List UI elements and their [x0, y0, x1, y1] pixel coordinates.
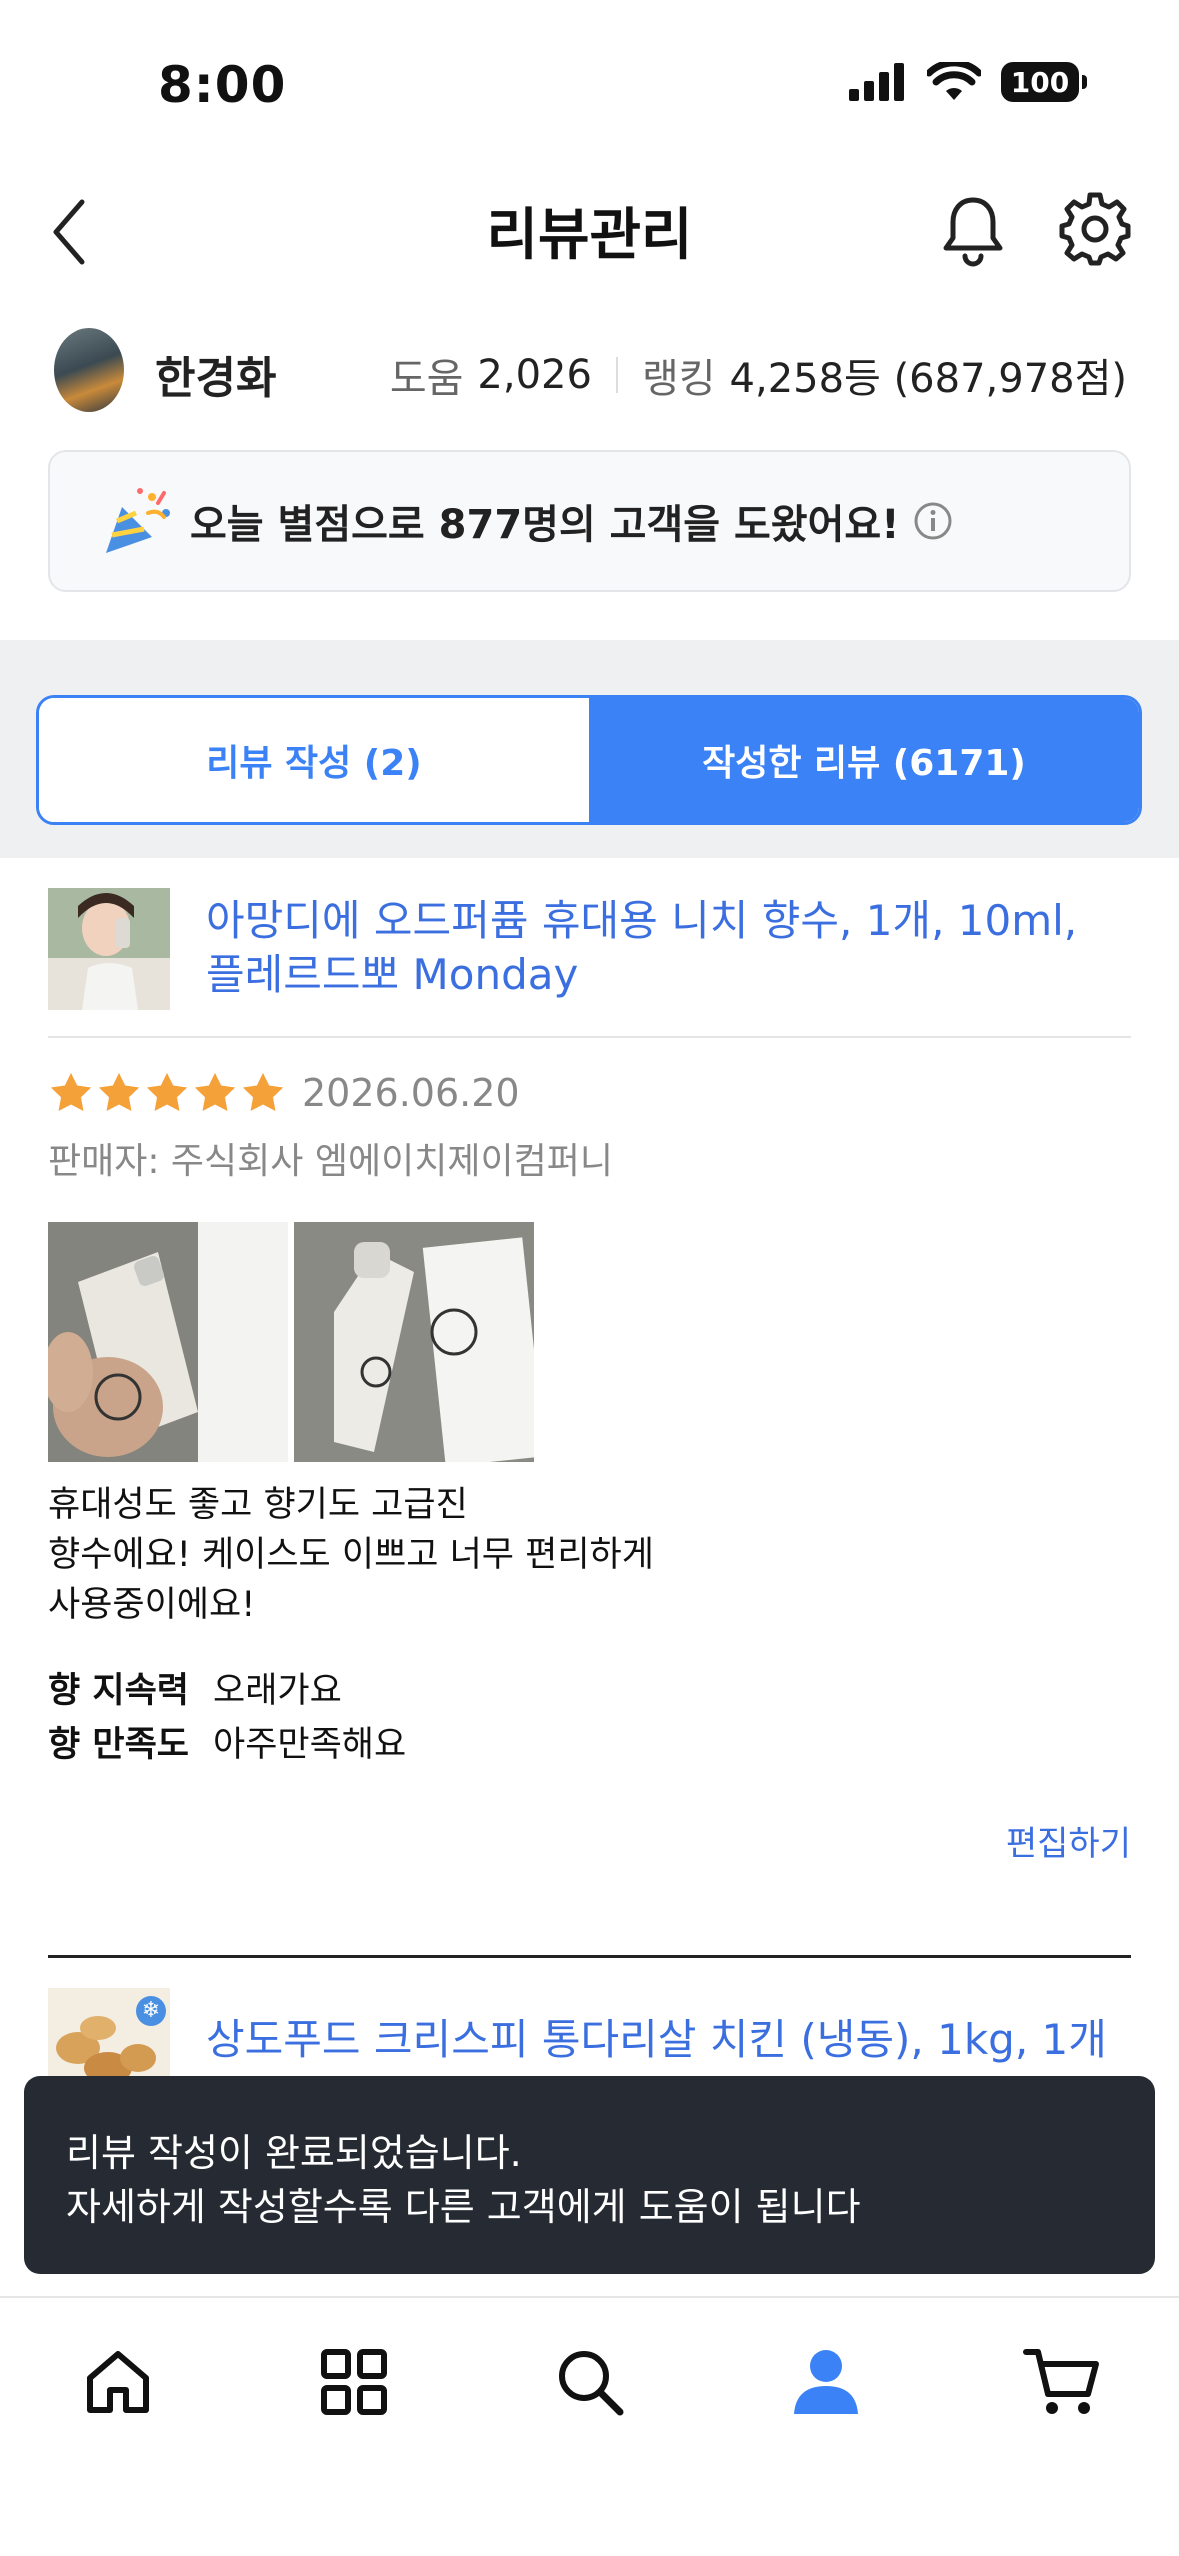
search-icon[interactable]	[550, 2342, 630, 2422]
review-photos	[48, 1222, 534, 1462]
star-icon	[50, 1072, 92, 1112]
attribute-key: 향 만족도	[48, 1725, 189, 1765]
attribute-row: 향 만족도 아주만족해요	[48, 1718, 406, 1772]
banner-text: 오늘 별점으로 877명의 고객을 도왔어요!	[190, 502, 900, 548]
review-photo-image	[48, 1222, 288, 1462]
edit-review-button[interactable]: 편집하기	[1006, 1816, 1131, 1865]
product-thumbnail[interactable]	[48, 888, 170, 1010]
avatar[interactable]	[54, 328, 124, 412]
product-title[interactable]: 아망디에 오드퍼퓸 휴대용 니치 향수, 1개, 10ml, 플레르드뽀 Mon…	[206, 894, 1126, 1002]
help-banner: 오늘 별점으로 877명의 고객을 도왔어요!	[48, 450, 1131, 592]
seller-name: 판매자: 주식회사 엠에이치제이컴퍼니	[48, 1141, 613, 1182]
status-icons: 100	[849, 62, 1087, 102]
star-icon	[242, 1072, 284, 1112]
party-popper-icon	[106, 488, 170, 553]
review-management-screen: 8:00 100 리뷰관리 한경화 도움 2,026 랭킹 4,258등 (68…	[0, 0, 1179, 2556]
profile-icon[interactable]	[786, 2342, 866, 2422]
top-navigation: 리뷰관리	[0, 170, 1179, 290]
review-body-line: 향수에요! 케이스도 이쁘고 너무 편리하게	[48, 1535, 654, 1575]
review-body-line: 사용중이에요!	[48, 1585, 256, 1625]
divider	[48, 1036, 1131, 1038]
tab-written-reviews[interactable]: 작성한 리뷰 (6171)	[589, 698, 1139, 822]
product-thumbnail[interactable]: ❄	[48, 1988, 170, 2088]
review-body-line: 휴대성도 좋고 향기도 고급진	[48, 1485, 468, 1525]
review-date: 2026.06.20	[302, 1071, 520, 1115]
star-icon	[146, 1072, 188, 1112]
attribute-row: 향 지속력 오래가요	[48, 1664, 406, 1718]
status-bar: 8:00 100	[0, 0, 1179, 170]
review-product[interactable]: 아망디에 오드퍼퓸 휴대용 니치 향수, 1개, 10ml, 플레르드뽀 Mon…	[48, 886, 1131, 1036]
signal-icon	[849, 63, 904, 101]
attribute-value: 오래가요	[213, 1671, 342, 1711]
review-tabs: 리뷰 작성 (2) 작성한 리뷰 (6171)	[36, 695, 1142, 825]
rating-row: 2026.06.20	[48, 1070, 520, 1116]
attribute-value: 아주만족해요	[213, 1725, 407, 1765]
gear-icon[interactable]	[1058, 192, 1132, 266]
rank-label: 랭킹	[641, 356, 716, 402]
help-value: 2,026	[477, 352, 592, 398]
toast-line: 자세하게 작성할수록 다른 고객에게 도움이 됩니다	[66, 2185, 861, 2229]
attribute-key: 향 지속력	[48, 1671, 189, 1711]
product-thumbnail-image	[48, 888, 170, 1010]
profile-name: 한경화	[155, 353, 277, 404]
review-attributes: 향 지속력 오래가요 향 만족도 아주만족해요	[48, 1664, 406, 1772]
battery-indicator: 100	[1001, 62, 1087, 102]
review-photo[interactable]	[48, 1222, 288, 1462]
review-photo[interactable]	[294, 1222, 534, 1462]
star-icon	[98, 1072, 140, 1112]
frozen-icon: ❄	[136, 1996, 166, 2026]
star-icon	[194, 1072, 236, 1112]
review-photo-image	[294, 1222, 534, 1462]
section-divider	[48, 1955, 1131, 1958]
bell-icon[interactable]	[940, 192, 1006, 268]
rank-value: 4,258등 (687,978점)	[729, 356, 1127, 402]
tab-write-review[interactable]: 리뷰 작성 (2)	[39, 698, 589, 822]
review-body: 휴대성도 좋고 향기도 고급진 향수에요! 케이스도 이쁘고 너무 편리하게 사…	[48, 1480, 748, 1630]
bottom-navigation	[0, 2296, 1179, 2556]
toast-line: 리뷰 작성이 완료되었습니다.	[66, 2131, 522, 2175]
help-label: 도움	[389, 356, 464, 402]
wifi-icon	[927, 62, 981, 100]
review-product[interactable]: ❄ 상도푸드 크리스피 통다리살 치킨 (냉동), 1kg, 1개	[48, 1988, 1131, 2088]
home-icon[interactable]	[78, 2342, 158, 2422]
stats-divider	[615, 357, 618, 393]
profile-stats: 도움 2,026 랭킹 4,258등 (687,978점)	[390, 346, 1127, 404]
status-time: 8:00	[158, 56, 287, 114]
categories-icon[interactable]	[314, 2342, 394, 2422]
profile-summary: 한경화 도움 2,026 랭킹 4,258등 (687,978점)	[0, 320, 1179, 420]
cart-icon[interactable]	[1022, 2342, 1102, 2422]
product-title[interactable]: 상도푸드 크리스피 통다리살 치킨 (냉동), 1kg, 1개	[206, 2006, 1107, 2067]
info-icon[interactable]	[913, 501, 953, 541]
toast-message: 리뷰 작성이 완료되었습니다. 자세하게 작성할수록 다른 고객에게 도움이 됩…	[24, 2076, 1155, 2274]
